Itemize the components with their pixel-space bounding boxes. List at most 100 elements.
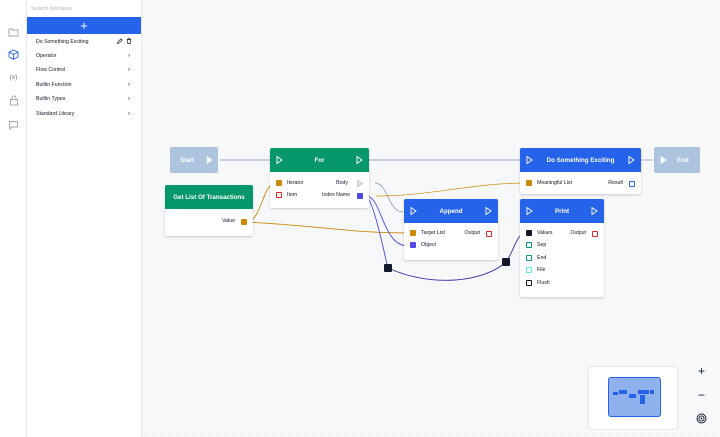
pin-label: Output [464, 230, 480, 236]
node-title: Get List Of Transactions [173, 193, 245, 201]
pin-result[interactable]: Result [608, 180, 623, 186]
pin-output[interactable]: Output [464, 230, 480, 236]
minimap[interactable] [588, 366, 678, 430]
fit-view-button[interactable] [693, 410, 710, 427]
pin-meaningful-list[interactable]: Meaningful List [526, 180, 572, 186]
reroute-knot [384, 264, 392, 272]
exec-in-icon[interactable] [276, 156, 283, 164]
exec-in-icon[interactable] [526, 156, 533, 164]
folder-icon[interactable] [7, 25, 20, 38]
exec-in-icon[interactable] [410, 207, 417, 215]
trash-icon[interactable] [126, 38, 132, 46]
result-pin-icon[interactable] [629, 181, 635, 187]
print-node[interactable]: Print Values Sep End File Flush Output [520, 199, 604, 297]
edit-icon[interactable] [116, 38, 123, 46]
exec-body-icon[interactable] [357, 180, 363, 187]
search-input[interactable] [27, 0, 141, 17]
pin-body[interactable]: Body [336, 180, 348, 186]
function-item-current[interactable]: Do Something Exciting [27, 35, 141, 48]
pin-label: Result [608, 180, 623, 186]
pin-label: Index Name [322, 192, 350, 198]
pin-label: Sep [537, 242, 547, 248]
category-standard-library[interactable]: Standard Library › [27, 107, 141, 121]
category-builtin-types[interactable]: Builtin Types › [27, 92, 141, 106]
exec-out-icon[interactable] [356, 156, 363, 164]
pin-label: Flush [537, 280, 550, 286]
pin-sep[interactable]: Sep [526, 242, 546, 248]
pin-label: End [537, 255, 547, 261]
node-title: Append [439, 207, 463, 215]
reroute-knot [502, 258, 510, 266]
pin-label: Iterator [287, 180, 304, 186]
pin-label: Object [421, 242, 436, 248]
pin-label: Value [222, 218, 235, 224]
pin-label: Meaningful List [537, 180, 572, 186]
pin-label: Output [570, 230, 586, 236]
chevron-right-icon: › [127, 66, 130, 73]
for-node[interactable]: For Iterator Item Body Index Name [270, 148, 369, 208]
variable-icon[interactable]: (x) [7, 71, 20, 84]
category-flow-control[interactable]: Flow Control › [27, 63, 141, 77]
chevron-right-icon: › [127, 81, 130, 88]
functions-sidebar: + Do Something Exciting Operator › Flow … [27, 0, 142, 437]
cube-icon[interactable] [7, 48, 20, 61]
pin-square-icon [276, 192, 282, 198]
data-wire-reroute-a [387, 261, 507, 281]
append-node[interactable]: Append Target List Object Output [404, 199, 498, 260]
pin-square-icon [410, 230, 416, 236]
pin-flush[interactable]: Flush [526, 280, 550, 286]
function-item-label: Do Something Exciting [36, 38, 89, 45]
node-header: Append [404, 199, 498, 223]
exec-out-icon[interactable] [591, 207, 598, 215]
pin-file[interactable]: File [526, 267, 545, 273]
pin-end[interactable]: End [526, 255, 546, 261]
category-label: Standard Library [36, 111, 75, 117]
output-pin-icon[interactable] [486, 231, 492, 237]
pin-object[interactable]: Object [410, 242, 436, 248]
category-operator[interactable]: Operator › [27, 49, 141, 63]
end-node[interactable]: End [654, 147, 700, 173]
output-pin-icon[interactable] [592, 231, 598, 237]
zoom-in-button[interactable]: + [693, 362, 710, 379]
pin-target-list[interactable]: Target List [410, 230, 445, 236]
pin-square-icon [526, 180, 532, 186]
node-title: For [314, 156, 325, 164]
pin-square-icon [526, 267, 532, 273]
index-pin-icon[interactable] [357, 193, 363, 199]
comment-icon[interactable] [7, 118, 20, 131]
exec-in-icon[interactable] [660, 156, 667, 164]
lock-icon[interactable] [7, 94, 20, 107]
value-pin-icon[interactable] [241, 219, 247, 225]
data-wire-to-meaningful-list [375, 182, 527, 197]
category-label: Builtin Function [36, 82, 72, 88]
chevron-right-icon: › [127, 52, 130, 59]
start-node[interactable]: Start [170, 147, 218, 173]
pin-values[interactable]: Values [526, 230, 552, 236]
pin-index-name[interactable]: Index Name [322, 192, 350, 198]
graph-canvas[interactable]: Start End Get List Of Transactions Value… [142, 0, 720, 437]
zoom-out-button[interactable]: − [693, 386, 710, 403]
pin-square-icon [276, 180, 282, 186]
add-function-button[interactable]: + [27, 17, 141, 34]
exec-out-icon[interactable] [628, 156, 635, 164]
target-icon [696, 413, 707, 424]
pin-item[interactable]: Item [276, 192, 297, 198]
exec-wire-body-append [374, 182, 404, 213]
do-something-exciting-node[interactable]: Do Something Exciting Meaningful List Re… [520, 148, 641, 194]
pin-square-icon [526, 242, 532, 248]
variable-glyph: (x) [9, 74, 18, 81]
exec-out-icon[interactable] [206, 156, 213, 164]
exec-out-icon[interactable] [485, 207, 492, 215]
icon-rail: (x) [0, 0, 27, 437]
node-header: Get List Of Transactions [165, 185, 253, 209]
pin-label: File [537, 267, 546, 273]
minimap-nodes [613, 390, 654, 404]
exec-in-icon[interactable] [526, 207, 533, 215]
node-title: End [677, 156, 689, 164]
pin-output[interactable]: Output [570, 230, 586, 236]
pin-iterator[interactable]: Iterator [276, 180, 303, 186]
get-list-node[interactable]: Get List Of Transactions Value [165, 185, 253, 236]
minimap-viewport[interactable] [608, 377, 661, 417]
category-builtin-function[interactable]: Builtin Function › [27, 78, 141, 92]
node-title: Print [554, 207, 570, 215]
